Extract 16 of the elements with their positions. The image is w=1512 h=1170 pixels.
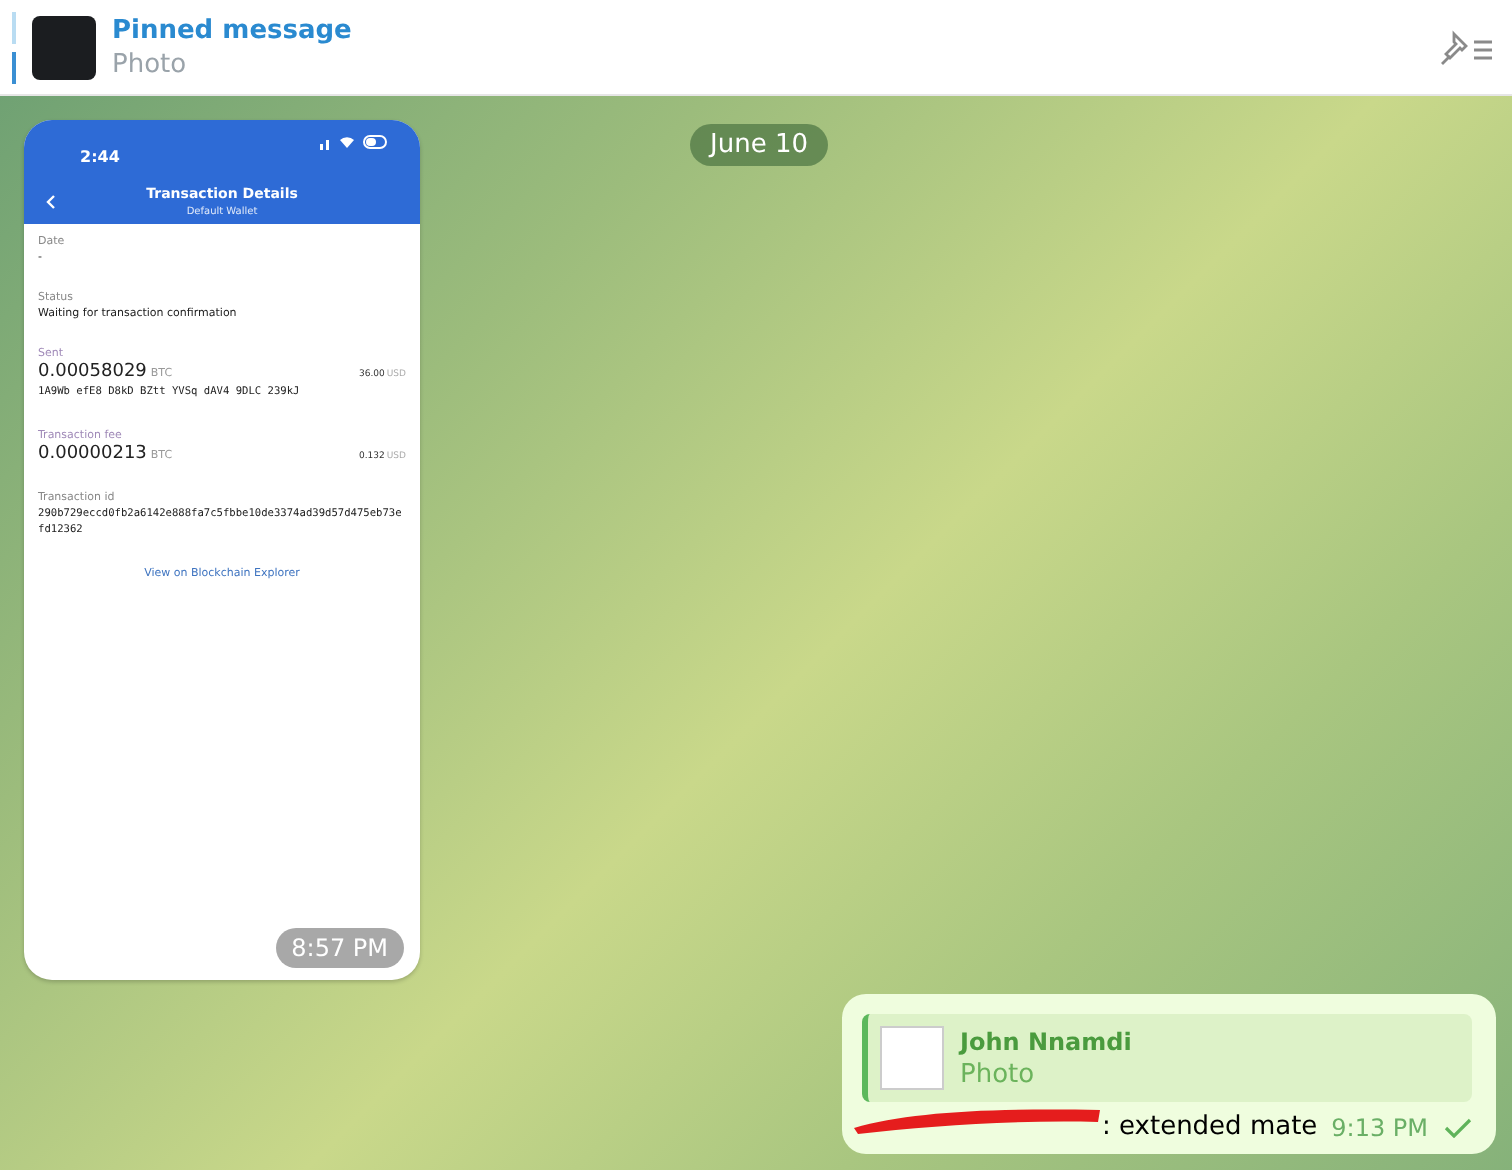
back-icon[interactable]	[44, 193, 56, 209]
pinned-thumbnail	[32, 15, 96, 79]
quote-text: Photo	[960, 1059, 1037, 1089]
reply-quote[interactable]: John Nnamdi Photo	[862, 1014, 1472, 1102]
quote-thumbnail	[880, 1026, 944, 1090]
photo-message[interactable]	[24, 120, 420, 980]
status-bar-icons	[316, 134, 388, 150]
pinned-title[interactable]: Pinned message	[112, 15, 1420, 45]
message-time: 8:57 PM	[275, 928, 404, 968]
quote-author: John Nnamdi	[960, 1027, 1132, 1055]
date-label: June 10	[690, 124, 828, 166]
message-text: : extended mate	[1102, 1112, 1318, 1142]
unpin-icon[interactable]	[1436, 27, 1496, 67]
pinned-subtitle: Photo	[112, 49, 189, 79]
phone-clock: 2:44	[80, 148, 120, 166]
message-time: 9:13 PM	[1331, 1113, 1428, 1141]
